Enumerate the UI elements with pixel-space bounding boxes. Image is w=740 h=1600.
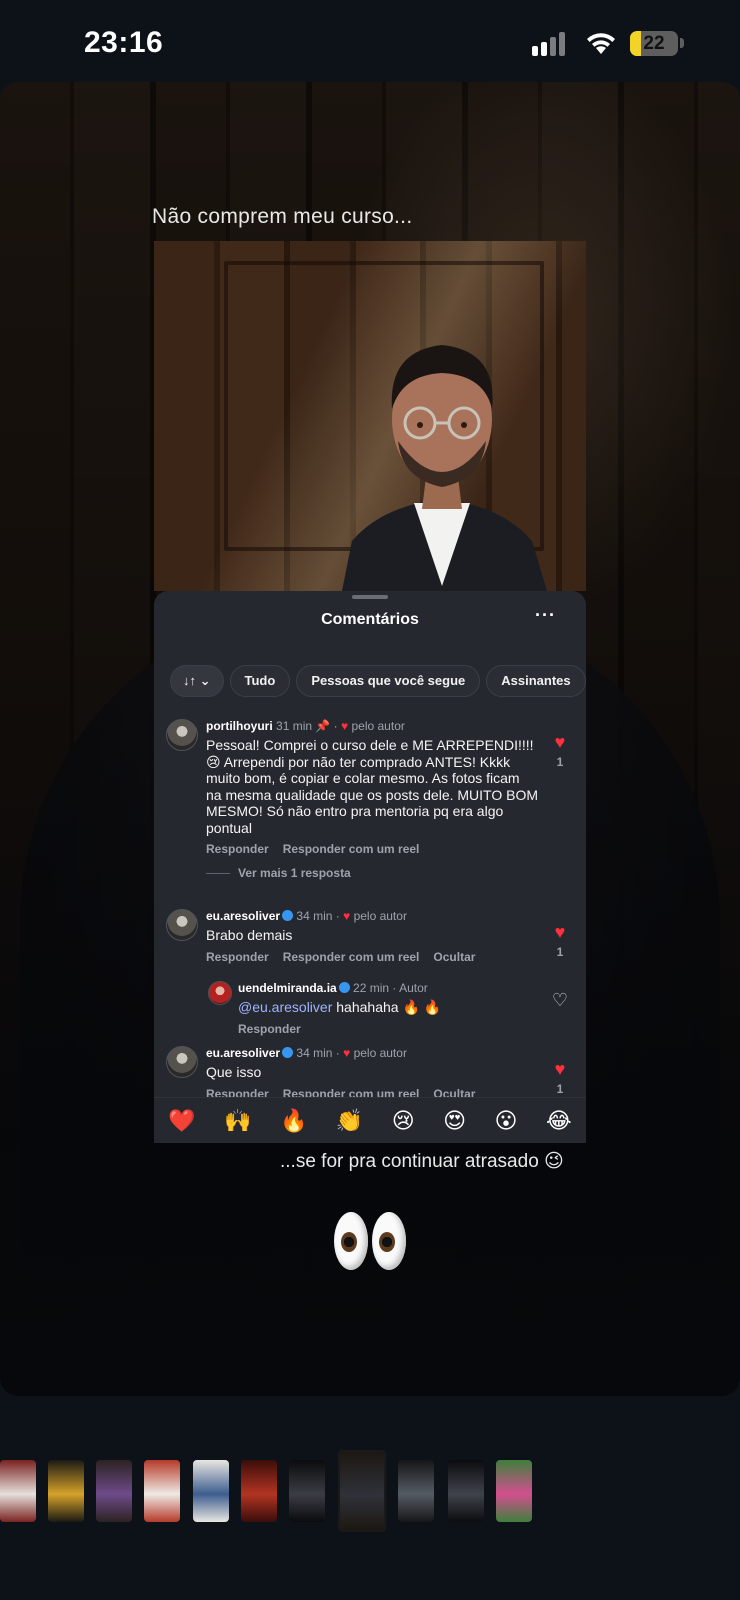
quick-reactions-bar: ❤️ 🙌 🔥 👏 😢 😍 😮 😂 — [154, 1097, 586, 1143]
comment-time: 34 min — [296, 909, 333, 923]
reaction-surprised[interactable]: 😮 — [495, 1108, 518, 1134]
comments-title: Comentários — [321, 611, 419, 628]
reply-button[interactable]: Responder — [206, 842, 269, 856]
reaction-laugh[interactable]: 😂 — [546, 1108, 572, 1134]
comment-time: 34 min — [296, 1046, 333, 1060]
comment-text: Brabo demais — [206, 927, 293, 943]
like-count: 1 — [556, 945, 564, 959]
avatar[interactable] — [166, 1046, 198, 1078]
author-tag: Autor — [399, 981, 428, 995]
comment-username[interactable]: eu.aresoliver — [206, 1046, 280, 1060]
filter-all[interactable]: Tudo — [229, 665, 291, 697]
verified-badge-icon — [282, 1047, 294, 1058]
sheet-grabber[interactable] — [352, 595, 388, 599]
story-thumbnail[interactable] — [241, 1460, 277, 1522]
left-eye-icon — [334, 1212, 368, 1270]
story-thumbnail[interactable] — [0, 1460, 36, 1522]
reaction-clap[interactable]: 👏 — [336, 1108, 363, 1134]
mention-link[interactable]: @eu.aresoliver — [238, 999, 332, 1015]
comment-filters: ↓↑ ⌄ Tudo Pessoas que você segue Assinantes — [170, 665, 586, 697]
filter-following[interactable]: Pessoas que você segue — [296, 665, 481, 697]
reply-with-reel-button[interactable]: Responder com um reel — [283, 950, 420, 964]
reaction-heart-eyes[interactable]: 😍 — [443, 1108, 466, 1134]
liked-by-author-label: pelo autor — [353, 1046, 407, 1060]
like-control[interactable]: ♥ 1 — [550, 923, 570, 959]
story-thumbnail-tray — [0, 1440, 740, 1532]
verified-badge-icon — [338, 982, 350, 993]
comment-item: eu.aresoliver 34 min · ♥ pelo autor Brab… — [166, 909, 574, 969]
comment-text: hahahaha 🔥 🔥 — [332, 999, 442, 1015]
like-control[interactable]: ♡ — [550, 991, 570, 1009]
reaction-fire[interactable]: 🔥 — [280, 1108, 307, 1134]
right-eye-icon — [372, 1212, 406, 1270]
liked-by-author-heart-icon: ♥ — [343, 1046, 351, 1060]
comment-username[interactable]: uendelmiranda.ia — [238, 981, 337, 995]
man-portrait — [322, 241, 562, 591]
avatar[interactable] — [166, 719, 198, 751]
liked-by-author-label: pelo autor — [353, 909, 407, 923]
story-thumbnail[interactable] — [48, 1460, 84, 1522]
liked-by-author-label: pelo autor — [351, 719, 405, 733]
reply-button[interactable]: Responder — [238, 1022, 301, 1036]
clock: 23:16 — [84, 26, 164, 59]
like-count: 1 — [556, 755, 564, 769]
story-caption-top: Não comprem meu curso... — [152, 205, 413, 228]
story-thumbnail[interactable] — [144, 1460, 180, 1522]
battery-icon: 22 — [630, 31, 678, 56]
reaction-heart[interactable]: ❤️ — [168, 1108, 195, 1134]
story-thumbnail[interactable] — [193, 1460, 229, 1522]
comment-meta: portilhoyuri 31 min 📌 · ♥ pelo autor — [206, 719, 405, 733]
comment-text: Pessoal! Comprei o curso dele e ME ARREP… — [206, 737, 539, 836]
battery-level: 22 — [643, 33, 665, 54]
hide-button[interactable]: Ocultar — [433, 950, 475, 964]
heart-outline-icon[interactable]: ♡ — [550, 991, 570, 1009]
battery-nub — [680, 38, 684, 48]
post-photo — [154, 241, 586, 591]
wifi-icon — [584, 30, 618, 56]
more-options-icon[interactable]: ··· — [535, 605, 556, 626]
story-thumbnail[interactable] — [448, 1460, 484, 1522]
like-control[interactable]: ♥ 1 — [550, 733, 570, 769]
story-thumbnail[interactable] — [289, 1460, 325, 1522]
status-bar: 23:16 22 — [0, 0, 740, 80]
heart-icon[interactable]: ♥ — [550, 733, 570, 751]
reaction-raised-hands[interactable]: 🙌 — [224, 1108, 251, 1134]
reply-with-reel-button[interactable]: Responder com um reel — [283, 842, 420, 856]
filter-subscribers[interactable]: Assinantes — [486, 665, 586, 697]
avatar[interactable] — [208, 981, 232, 1005]
like-control[interactable]: ♥ 1 — [550, 1060, 570, 1096]
story-thumbnail[interactable] — [338, 1450, 386, 1532]
eyes-sticker[interactable] — [332, 1212, 410, 1272]
liked-by-author-heart-icon: ♥ — [341, 719, 349, 733]
comment-meta: eu.aresoliver 34 min · ♥ pelo autor — [206, 1046, 407, 1060]
see-more-replies[interactable]: Ver mais 1 resposta — [206, 866, 538, 880]
reply-item: uendelmiranda.ia 22 min · Autor @eu.ares… — [208, 981, 574, 1041]
comment-meta: uendelmiranda.ia 22 min · Autor — [238, 981, 428, 995]
story-caption-bottom: ...se for pra continuar atrasado 😉 — [280, 1151, 564, 1172]
heart-icon[interactable]: ♥ — [550, 1060, 570, 1078]
comment-time: 22 min — [353, 981, 390, 995]
like-count: 1 — [556, 1082, 564, 1096]
comment-username[interactable]: portilhoyuri — [206, 719, 273, 733]
reply-button[interactable]: Responder — [206, 950, 269, 964]
verified-badge-icon — [282, 910, 294, 921]
pin-icon: 📌 — [315, 719, 331, 733]
story-thumbnail[interactable] — [496, 1460, 532, 1522]
comment-meta: eu.aresoliver 34 min · ♥ pelo autor — [206, 909, 407, 923]
sort-button[interactable]: ↓↑ ⌄ — [170, 665, 224, 697]
comments-sheet[interactable]: Comentários ··· ↓↑ ⌄ Tudo Pessoas que você… — [154, 591, 586, 1143]
avatar[interactable] — [166, 909, 198, 941]
comment-item: portilhoyuri 31 min 📌 · ♥ pelo autor Pes… — [166, 719, 574, 880]
story-thumbnail[interactable] — [398, 1460, 434, 1522]
comment-username[interactable]: eu.aresoliver — [206, 909, 280, 923]
cellular-signal-icon — [532, 32, 572, 56]
heart-icon[interactable]: ♥ — [550, 923, 570, 941]
story-thumbnail[interactable] — [96, 1460, 132, 1522]
comment-time: 31 min — [276, 719, 313, 733]
liked-by-author-heart-icon: ♥ — [343, 909, 351, 923]
comment-text: Que isso — [206, 1064, 262, 1080]
reaction-cry[interactable]: 😢 — [392, 1108, 415, 1134]
